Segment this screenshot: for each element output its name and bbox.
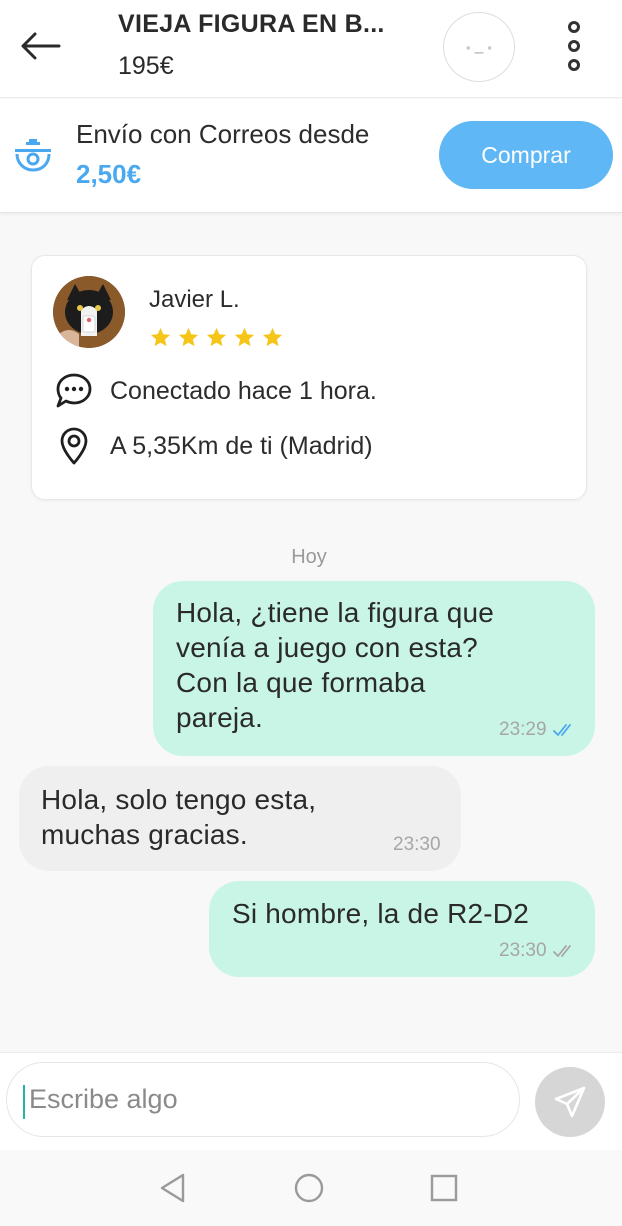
message-bubble-sent[interactable]: Si hombre, la de R2-D2 23:30: [209, 881, 595, 977]
seller-rating: [149, 326, 284, 350]
seller-avatar[interactable]: [53, 276, 125, 348]
seller-name: Javier L.: [149, 286, 240, 313]
item-title[interactable]: VIEJA FIGURA EN B...: [118, 10, 385, 39]
star-icon: [262, 327, 283, 347]
message-meta: 23:30: [499, 940, 575, 962]
date-separator: Hoy: [291, 546, 327, 568]
seller-location-row: A 5,35Km de ti (Madrid): [54, 423, 373, 469]
correos-horn-icon: [15, 139, 51, 172]
nav-home-button[interactable]: [291, 1170, 327, 1206]
cat-avatar-image: [53, 276, 125, 348]
seller-status-row: Conectado hace 1 hora.: [54, 368, 377, 414]
message-bubble-sent[interactable]: Hola, ¿tiene la figura que venía a juego…: [153, 581, 595, 756]
top-bar: VIEJA FIGURA EN B... 195€: [0, 0, 622, 98]
shipping-price: 2,50€: [76, 159, 142, 189]
paper-plane-icon: [554, 1086, 586, 1118]
triangle-back-icon: [160, 1173, 185, 1203]
message-text: Si hombre, la de R2-D2: [232, 898, 529, 929]
star-icon: [206, 327, 227, 347]
nav-recents-button[interactable]: [426, 1170, 462, 1206]
star-icon: [234, 327, 255, 347]
text-caret: [23, 1085, 25, 1119]
system-navigation-bar: [0, 1150, 622, 1226]
item-price: 195€: [118, 52, 174, 80]
message-text: Hola, solo tengo esta, muchas gracias.: [41, 784, 317, 850]
seller-status-text: Conectado hace 1 hora.: [110, 376, 377, 405]
message-input[interactable]: Escribe algo: [6, 1062, 520, 1137]
double-check-read-icon: [552, 724, 571, 736]
location-pin-icon: [54, 426, 94, 466]
message-input-placeholder: Escribe algo: [29, 1084, 178, 1114]
back-button[interactable]: [14, 22, 66, 70]
item-thumbnail[interactable]: [443, 12, 515, 82]
message-meta: 23:30: [393, 834, 441, 856]
more-vertical-icon: [568, 21, 580, 71]
send-button[interactable]: [535, 1067, 605, 1137]
message-meta: 23:29: [499, 719, 575, 741]
double-check-icon: [552, 945, 571, 957]
shipping-text: Envío con Correos desde: [76, 119, 370, 149]
arrow-left-icon: [21, 32, 61, 60]
star-icon: [178, 327, 199, 347]
shipping-banner: Envío con Correos desde 2,50€ Comprar: [0, 99, 622, 213]
placeholder-face-icon: [466, 46, 492, 54]
seller-location-text: A 5,35Km de ti (Madrid): [110, 431, 373, 460]
circle-home-icon: [294, 1173, 324, 1203]
buy-button[interactable]: Comprar: [439, 121, 613, 189]
chat-bubble-icon: [54, 371, 94, 411]
message-time: 23:30: [499, 940, 547, 961]
more-options-button[interactable]: [552, 18, 596, 78]
message-time: 23:30: [393, 834, 441, 855]
message-composer: Escribe algo: [0, 1052, 622, 1150]
message-time: 23:29: [499, 719, 547, 740]
message-text: Hola, ¿tiene la figura que venía a juego…: [176, 597, 495, 733]
square-recents-icon: [430, 1174, 458, 1202]
message-bubble-received[interactable]: Hola, solo tengo esta, muchas gracias. 2…: [19, 766, 461, 871]
seller-card[interactable]: Javier L. Conectado hace 1 hora. A 5,35K…: [31, 255, 587, 500]
nav-back-button[interactable]: [155, 1170, 191, 1206]
star-icon: [150, 327, 171, 347]
